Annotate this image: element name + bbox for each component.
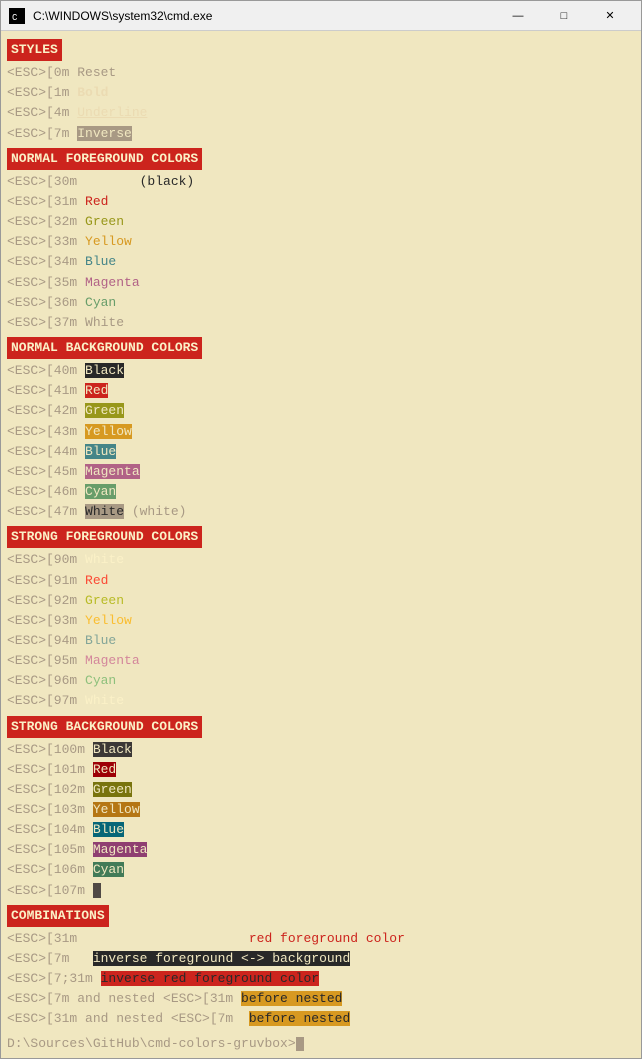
minimize-button[interactable]: — (495, 1, 541, 31)
window-controls: — □ ✕ (495, 1, 633, 31)
bg-white-line: <ESC>[47m White (white) (7, 502, 635, 522)
fg-blue-line: <ESC>[34m Blue (7, 252, 635, 272)
maximize-button[interactable]: □ (541, 1, 587, 31)
app-icon: C (9, 8, 25, 24)
strong-bg-header: STRONG BACKGROUND COLORS (7, 716, 202, 738)
sbg-cyan-line: <ESC>[106m Cyan (7, 860, 635, 880)
bg-yellow-line: <ESC>[43m Yellow (7, 422, 635, 442)
bg-black-line: <ESC>[40m Black (7, 361, 635, 381)
title-bar: C C:\WINDOWS\system32\cmd.exe — □ ✕ (1, 1, 641, 31)
sbg-black-line: <ESC>[100m Black (7, 740, 635, 760)
sfg-red-line: <ESC>[91m Red (7, 571, 635, 591)
combo-line3: <ESC>[7;31m inverse red foreground color (7, 969, 635, 989)
strong-fg-header: STRONG FOREGROUND COLORS (7, 526, 202, 548)
sfg-green-line: <ESC>[92m Green (7, 591, 635, 611)
sbg-yellow-line: <ESC>[103m Yellow (7, 800, 635, 820)
sbg-red-line: <ESC>[101m Red (7, 760, 635, 780)
sbg-green-line: <ESC>[102m Green (7, 780, 635, 800)
window: C C:\WINDOWS\system32\cmd.exe — □ ✕ STYL… (0, 0, 642, 1059)
sfg-white-line: <ESC>[90m White (7, 550, 635, 570)
prompt-text: D:\Sources\GitHub\cmd-colors-gruvbox> (7, 1036, 296, 1051)
normal-bg-section: NORMAL BACKGROUND COLORS <ESC>[40m Black… (7, 333, 635, 522)
styles-header: STYLES (7, 39, 62, 61)
combinations-section: COMBINATIONS <ESC>[31m red foreground co… (7, 901, 635, 1030)
fg-black-line: <ESC>[30m (black) (7, 172, 635, 192)
sfg-yellow-line: <ESC>[93m Yellow (7, 611, 635, 631)
cursor (296, 1037, 304, 1051)
window-title: C:\WINDOWS\system32\cmd.exe (33, 9, 495, 23)
terminal-content: STYLES <ESC>[0m Reset <ESC>[1m Bold <ESC… (1, 31, 641, 1058)
bg-green-line: <ESC>[42m Green (7, 401, 635, 421)
sfg-blue-line: <ESC>[94m Blue (7, 631, 635, 651)
strong-bg-section: STRONG BACKGROUND COLORS <ESC>[100m Blac… (7, 712, 635, 901)
normal-fg-section: NORMAL FOREGROUND COLORS <ESC>[30m (blac… (7, 144, 635, 333)
combo-line4: <ESC>[7m and nested <ESC>[31m before nes… (7, 989, 635, 1009)
normal-fg-header: NORMAL FOREGROUND COLORS (7, 148, 202, 170)
sbg-blue-line: <ESC>[104m Blue (7, 820, 635, 840)
sbg-magenta-line: <ESC>[105m Magenta (7, 840, 635, 860)
strong-fg-section: STRONG FOREGROUND COLORS <ESC>[90m White… (7, 522, 635, 711)
fg-green-line: <ESC>[32m Green (7, 212, 635, 232)
sfg-cyan-line: <ESC>[96m Cyan (7, 671, 635, 691)
bg-blue-line: <ESC>[44m Blue (7, 442, 635, 462)
fg-magenta-line: <ESC>[35m Magenta (7, 273, 635, 293)
style-underline: <ESC>[4m Underline (7, 103, 635, 123)
combo-line5: <ESC>[31m and nested <ESC>[7m before nes… (7, 1009, 635, 1029)
sfg-magenta-line: <ESC>[95m Magenta (7, 651, 635, 671)
fg-white-line: <ESC>[37m White (7, 313, 635, 333)
bg-red-line: <ESC>[41m Red (7, 381, 635, 401)
style-bold: <ESC>[1m Bold (7, 83, 635, 103)
normal-bg-header: NORMAL BACKGROUND COLORS (7, 337, 202, 359)
bg-cyan-line: <ESC>[46m Cyan (7, 482, 635, 502)
svg-text:C: C (12, 13, 18, 22)
combo-line2: <ESC>[7m inverse foreground <-> backgrou… (7, 949, 635, 969)
style-inverse: <ESC>[7m Inverse (7, 124, 635, 144)
fg-cyan-line: <ESC>[36m Cyan (7, 293, 635, 313)
close-button[interactable]: ✕ (587, 1, 633, 31)
fg-red-line: <ESC>[31m Red (7, 192, 635, 212)
command-prompt: D:\Sources\GitHub\cmd-colors-gruvbox> (7, 1034, 635, 1054)
combinations-header: COMBINATIONS (7, 905, 109, 927)
fg-yellow-line: <ESC>[33m Yellow (7, 232, 635, 252)
bg-magenta-line: <ESC>[45m Magenta (7, 462, 635, 482)
sfg-white2-line: <ESC>[97m White (7, 691, 635, 711)
styles-section: STYLES <ESC>[0m Reset <ESC>[1m Bold <ESC… (7, 35, 635, 144)
combo-line1: <ESC>[31m red foreground color (7, 929, 635, 949)
sbg-white-line: <ESC>[107m (7, 881, 635, 901)
style-reset: <ESC>[0m Reset (7, 63, 635, 83)
